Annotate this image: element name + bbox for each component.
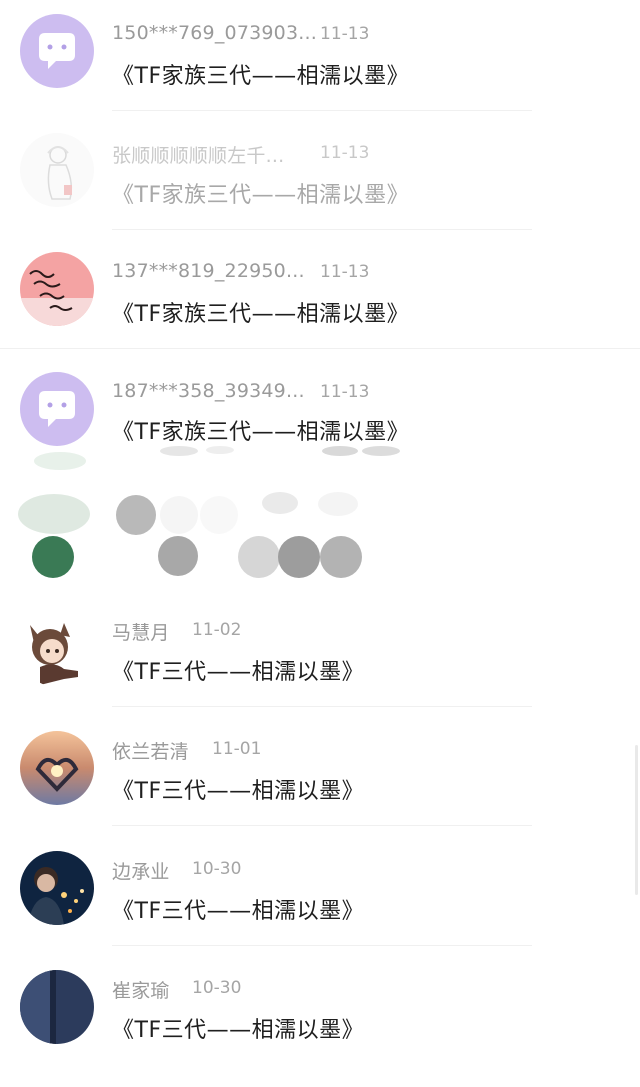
comment-text: 《TF三代——相濡以墨》: [112, 899, 365, 924]
mosaic-dot: [32, 536, 74, 578]
mosaic-dot: [158, 536, 198, 576]
night-portrait-icon: [20, 851, 94, 925]
divider: [112, 945, 532, 946]
avatar[interactable]: [20, 14, 94, 88]
mosaic-redaction: [0, 446, 640, 587]
list-item[interactable]: 边承业 10-30 《TF三代——相濡以墨》: [0, 849, 640, 968]
mosaic-dot: [318, 492, 358, 516]
mosaic-dot: [362, 446, 400, 456]
purple-chat-bubble-icon: [20, 14, 94, 88]
list-item[interactable]: 张顺顺顺顺顺左千... 11-13 《TF家族三代——相濡以墨》: [0, 133, 640, 252]
comment-text: 《TF家族三代——相濡以墨》: [112, 183, 410, 208]
avatar[interactable]: [20, 851, 94, 925]
comment-author[interactable]: 187***358_39349...: [112, 380, 305, 402]
dark-blue-photo-icon: [20, 970, 94, 1044]
divider: [112, 229, 532, 230]
comment-date: 11-01: [212, 739, 262, 759]
mosaic-dot: [278, 536, 320, 578]
mosaic-dot: [160, 496, 198, 534]
comment-author[interactable]: 马慧月: [112, 622, 170, 644]
mosaic-dot: [160, 446, 198, 456]
divider: [112, 825, 532, 826]
mosaic-dot: [206, 446, 234, 454]
list-item[interactable]: 150***769_073903... 11-13 《TF家族三代——相濡以墨》: [0, 14, 640, 133]
comment-date: 11-13: [320, 382, 370, 402]
comment-text: 《TF三代——相濡以墨》: [112, 1018, 365, 1043]
handwriting-note-icon: [20, 252, 94, 326]
comment-text: 《TF三代——相濡以墨》: [112, 779, 365, 804]
divider: [112, 706, 532, 707]
comment-text: 《TF三代——相濡以墨》: [112, 660, 365, 685]
comment-author[interactable]: 崔家瑜: [112, 980, 170, 1002]
comment-meta: 依兰若清 11-01: [112, 737, 261, 763]
sunset-heart-hands-icon: [20, 731, 94, 805]
mosaic-dot: [320, 536, 362, 578]
mosaic-dot: [200, 496, 238, 534]
avatar[interactable]: [20, 731, 94, 805]
list-item[interactable]: 崔家瑜 10-30 《TF三代——相濡以墨》: [0, 968, 640, 1087]
comment-meta: 150***769_073903... 11-13: [112, 22, 369, 48]
comment-date: 11-13: [320, 143, 370, 163]
avatar[interactable]: [20, 970, 94, 1044]
mosaic-dot: [322, 446, 358, 456]
mosaic-dot: [34, 452, 86, 470]
comment-author[interactable]: 137***819_22950...: [112, 260, 305, 282]
comment-meta: 187***358_39349... 11-13: [112, 380, 369, 406]
comment-date: 11-13: [320, 262, 370, 282]
avatar[interactable]: [20, 133, 94, 207]
comment-author[interactable]: 150***769_073903...: [112, 22, 317, 44]
purple-chat-bubble-icon: [20, 372, 94, 446]
sketch-girl-icon: [20, 133, 94, 207]
divider: [0, 348, 640, 349]
comment-meta: 马慧月 11-02: [112, 618, 241, 644]
cartoon-girl-icon: [20, 613, 94, 687]
avatar[interactable]: [20, 372, 94, 446]
scrollbar-thumb[interactable]: [635, 745, 638, 895]
mosaic-dot: [238, 536, 280, 578]
comment-text: 《TF家族三代——相濡以墨》: [112, 64, 410, 89]
mosaic-dot: [116, 495, 156, 535]
comment-author[interactable]: 依兰若清: [112, 741, 189, 763]
mosaic-dot: [262, 492, 298, 514]
mosaic-dot: [18, 494, 90, 534]
list-item[interactable]: 马慧月 11-02 《TF三代——相濡以墨》: [0, 610, 640, 729]
list-item[interactable]: 137***819_22950... 11-13 《TF家族三代——相濡以墨》: [0, 252, 640, 371]
comment-author[interactable]: 张顺顺顺顺顺左千...: [112, 145, 284, 167]
comment-date: 10-30: [192, 859, 242, 879]
comment-text: 《TF家族三代——相濡以墨》: [112, 302, 410, 327]
comment-meta: 137***819_22950... 11-13: [112, 260, 369, 286]
comment-date: 11-13: [320, 24, 370, 44]
comment-meta: 张顺顺顺顺顺左千... 11-13: [112, 141, 369, 167]
comment-date: 11-02: [192, 620, 242, 640]
comment-meta: 边承业 10-30: [112, 857, 241, 883]
comment-meta: 崔家瑜 10-30: [112, 976, 241, 1002]
comment-author[interactable]: 边承业: [112, 861, 170, 883]
comment-text: 《TF家族三代——相濡以墨》: [112, 420, 410, 445]
comment-date: 10-30: [192, 978, 242, 998]
avatar[interactable]: [20, 613, 94, 687]
list-item[interactable]: 依兰若清 11-01 《TF三代——相濡以墨》: [0, 729, 640, 848]
divider: [112, 110, 532, 111]
avatar[interactable]: [20, 252, 94, 326]
